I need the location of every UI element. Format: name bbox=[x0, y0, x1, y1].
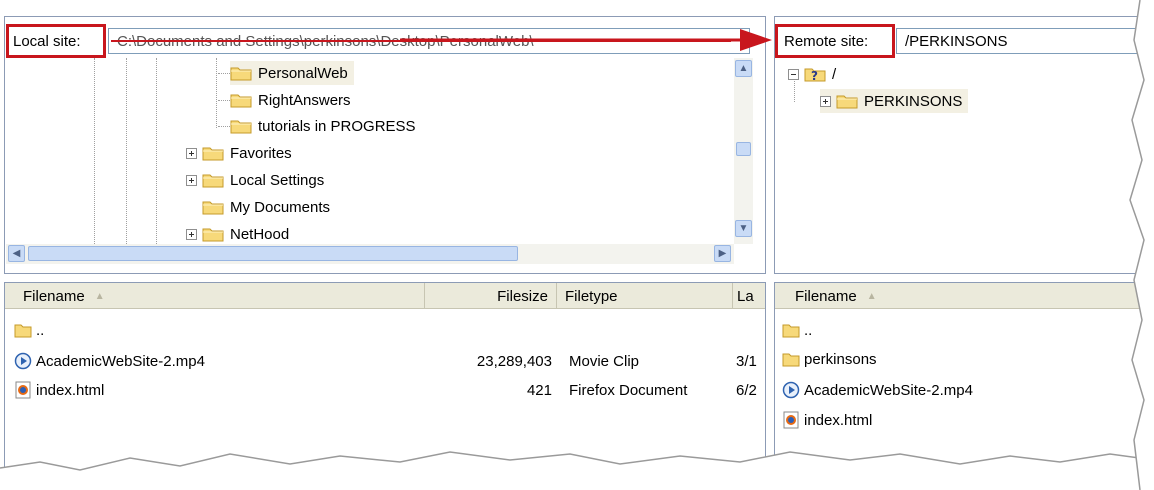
table-row[interactable]: .. bbox=[14, 318, 44, 342]
folder-icon bbox=[202, 145, 224, 161]
folder-icon bbox=[782, 321, 800, 339]
svg-text:?: ? bbox=[811, 69, 818, 82]
torn-edge-right bbox=[1129, 0, 1154, 490]
tree-item-perkinsons[interactable]: PERKINSONS bbox=[820, 89, 969, 113]
folder-icon bbox=[14, 321, 32, 339]
folder-icon bbox=[202, 172, 224, 188]
file-name: index.html bbox=[36, 381, 105, 399]
list-item[interactable]: .. bbox=[782, 318, 812, 342]
question-folder-icon: ? bbox=[804, 66, 826, 82]
remote-tree: ? / PERKINSONS bbox=[780, 60, 1140, 260]
file-name: .. bbox=[36, 321, 45, 339]
tree-item-tutorials[interactable]: tutorials in PROGRESS bbox=[230, 114, 416, 138]
scroll-up-button[interactable]: ▲ bbox=[735, 60, 752, 77]
expand-icon[interactable] bbox=[820, 95, 831, 107]
tree-item-label: My Documents bbox=[230, 198, 331, 216]
folder-icon bbox=[230, 65, 252, 81]
list-item[interactable]: perkinsons bbox=[782, 347, 877, 371]
file-size: 23,289,403 bbox=[476, 352, 552, 370]
folder-icon bbox=[230, 92, 252, 108]
torn-edge-bottom bbox=[0, 451, 1154, 490]
local-site-label: Local site: bbox=[13, 32, 81, 50]
tree-item-label: tutorials in PROGRESS bbox=[258, 117, 416, 135]
file-name: index.html bbox=[804, 411, 873, 429]
table-row[interactable]: index.html 421 Firefox Document 6/2 bbox=[14, 378, 764, 402]
sort-arrow-icon: ▲ bbox=[94, 290, 105, 302]
file-size: 421 bbox=[526, 381, 552, 399]
tree-item-favorites[interactable]: Favorites bbox=[186, 141, 292, 165]
tree-item-nethood[interactable]: NetHood bbox=[186, 222, 289, 244]
local-tree-vscrollbar[interactable]: ▲ ▼ bbox=[734, 58, 753, 244]
tree-item-label: NetHood bbox=[230, 225, 290, 243]
file-type: Firefox Document bbox=[569, 381, 688, 399]
local-tree-hscrollbar[interactable]: ◀ ▶ bbox=[6, 244, 734, 264]
firefox-file-icon bbox=[14, 381, 32, 399]
file-date: 6/2 bbox=[736, 381, 757, 399]
tree-item-label: Favorites bbox=[230, 144, 292, 162]
file-type: Movie Clip bbox=[569, 352, 640, 370]
remote-site-label-box: Remote site: bbox=[775, 24, 895, 58]
tree-item-label: PersonalWeb bbox=[258, 64, 348, 82]
scroll-left-button[interactable]: ◀ bbox=[8, 245, 25, 262]
expand-icon[interactable] bbox=[186, 228, 197, 240]
remote-site-path-input[interactable]: /PERKINSONS bbox=[896, 28, 1146, 54]
media-file-icon bbox=[782, 381, 800, 399]
column-header-filesize[interactable]: Filesize bbox=[425, 283, 557, 309]
folder-icon bbox=[782, 350, 800, 368]
arrow-icon bbox=[400, 29, 772, 51]
column-header-last-modified[interactable]: La bbox=[733, 283, 765, 309]
table-row[interactable]: AcademicWebSite-2.mp4 23,289,403 Movie C… bbox=[14, 349, 764, 373]
local-files-header: Filename ▲ Filesize Filetype La bbox=[5, 283, 765, 309]
sort-arrow-icon: ▲ bbox=[866, 290, 877, 302]
tree-item-my-documents[interactable]: My Documents bbox=[202, 195, 330, 219]
local-site-label-box: Local site: bbox=[6, 24, 106, 58]
tree-item-rightanswers[interactable]: RightAnswers bbox=[230, 88, 351, 112]
tree-item-personalweb[interactable]: PersonalWeb bbox=[230, 61, 354, 85]
collapse-icon[interactable] bbox=[788, 68, 799, 80]
tree-item-local-settings[interactable]: Local Settings bbox=[186, 168, 324, 192]
local-tree: PersonalWeb RightAnswers tutorials in PR… bbox=[6, 58, 734, 244]
firefox-file-icon bbox=[782, 411, 800, 429]
tree-item-root[interactable]: ? / bbox=[788, 62, 836, 86]
list-item[interactable]: AcademicWebSite-2.mp4 bbox=[782, 378, 973, 402]
tree-item-label: Local Settings bbox=[230, 171, 325, 189]
scroll-thumb[interactable] bbox=[736, 142, 751, 156]
tree-item-label: / bbox=[832, 65, 837, 83]
remote-site-label: Remote site: bbox=[784, 32, 869, 50]
file-name: AcademicWebSite-2.mp4 bbox=[804, 381, 973, 399]
column-header-filetype[interactable]: Filetype bbox=[557, 283, 733, 309]
file-name: AcademicWebSite-2.mp4 bbox=[36, 352, 205, 370]
tree-item-label: RightAnswers bbox=[258, 91, 351, 109]
remote-site-path: /PERKINSONS bbox=[905, 33, 1008, 50]
folder-icon bbox=[230, 118, 252, 134]
folder-icon bbox=[202, 199, 224, 215]
column-header-filename[interactable]: Filename ▲ bbox=[5, 283, 425, 309]
column-header-filename[interactable]: Filename ▲ bbox=[775, 283, 1149, 309]
file-name: perkinsons bbox=[804, 350, 877, 368]
remote-files-header: Filename ▲ bbox=[775, 283, 1149, 309]
folder-icon bbox=[202, 226, 224, 242]
scroll-thumb[interactable] bbox=[28, 246, 518, 261]
expand-icon[interactable] bbox=[186, 174, 197, 186]
tree-item-label: PERKINSONS bbox=[864, 92, 963, 110]
file-name: .. bbox=[804, 321, 813, 339]
list-item[interactable]: index.html bbox=[782, 408, 872, 432]
folder-icon bbox=[836, 93, 858, 109]
scroll-right-button[interactable]: ▶ bbox=[714, 245, 731, 262]
scroll-down-button[interactable]: ▼ bbox=[735, 220, 752, 237]
expand-icon[interactable] bbox=[186, 147, 197, 159]
file-date: 3/1 bbox=[736, 352, 757, 370]
media-file-icon bbox=[14, 352, 32, 370]
